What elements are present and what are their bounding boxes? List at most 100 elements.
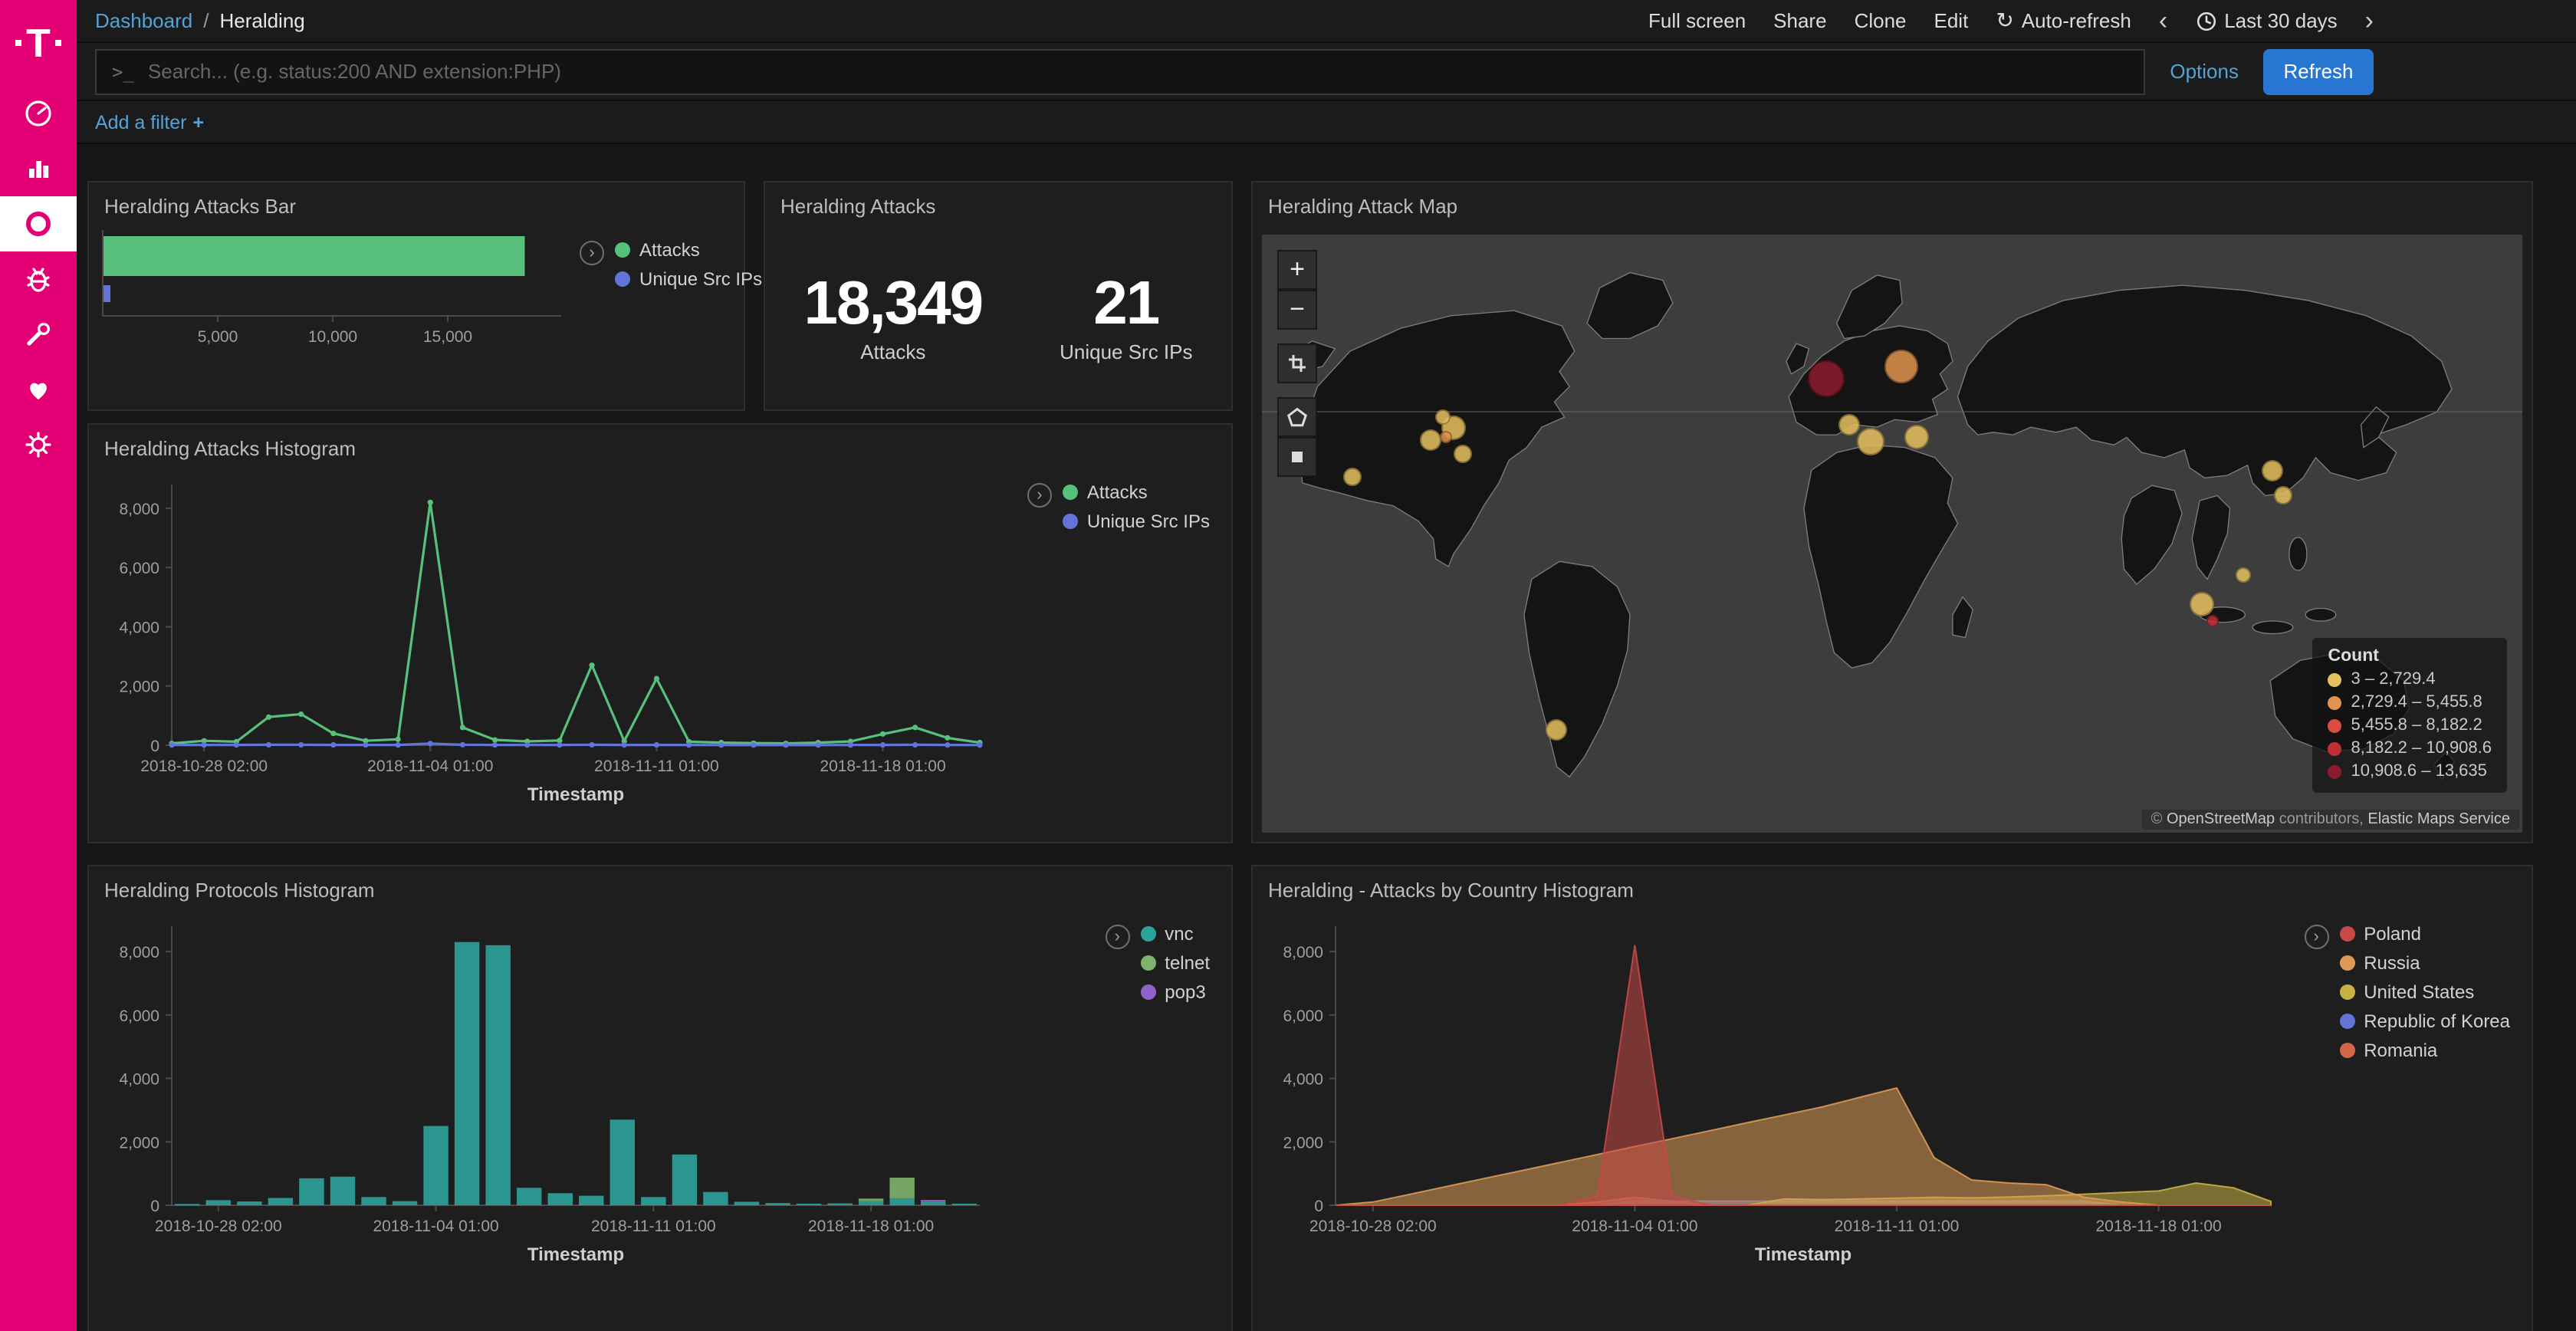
legend-label: Republic of Korea bbox=[2364, 1011, 2510, 1032]
sidebar-item-honeypot[interactable] bbox=[0, 251, 77, 307]
legend-toggle-icon[interactable]: › bbox=[1027, 483, 1052, 508]
world-map[interactable]: + − Count bbox=[1262, 235, 2522, 833]
polygon-tool-button[interactable] bbox=[1277, 397, 1317, 437]
legend-toggle-icon[interactable]: › bbox=[2304, 925, 2328, 949]
map-marker[interactable] bbox=[2206, 615, 2219, 627]
edit-button[interactable]: Edit bbox=[1934, 9, 1969, 32]
share-button[interactable]: Share bbox=[1773, 9, 1826, 32]
legend-label: Poland bbox=[2364, 923, 2421, 945]
map-marker[interactable] bbox=[1434, 409, 1450, 425]
map-marker[interactable] bbox=[1857, 428, 1884, 455]
breadcrumb-separator: / bbox=[203, 9, 209, 32]
elastic-maps-link[interactable]: Elastic Maps Service bbox=[2367, 811, 2510, 828]
svg-text:8,000: 8,000 bbox=[1283, 944, 1323, 961]
legend-item[interactable]: Unique Src IPs bbox=[1063, 511, 1210, 532]
sidebar-item-health[interactable] bbox=[0, 362, 77, 417]
legend-item[interactable]: telnet bbox=[1140, 952, 1210, 974]
legend-item[interactable]: Attacks bbox=[615, 239, 762, 261]
map-marker[interactable] bbox=[1440, 431, 1452, 443]
map-marker[interactable] bbox=[1420, 429, 1441, 451]
sidebar-item-settings[interactable] bbox=[0, 417, 77, 472]
zoom-in-button[interactable]: + bbox=[1277, 250, 1317, 290]
map-marker[interactable] bbox=[1904, 425, 1928, 449]
svg-text:2018-11-18 01:00: 2018-11-18 01:00 bbox=[820, 758, 945, 775]
map-marker[interactable] bbox=[1453, 444, 1471, 462]
legend-item[interactable]: pop3 bbox=[1140, 981, 1210, 1003]
time-forward-button[interactable]: › bbox=[2365, 8, 2374, 34]
openstreetmap-link[interactable]: OpenStreetMap bbox=[2167, 811, 2275, 828]
map-marker[interactable] bbox=[1545, 719, 1566, 741]
t-mobile-logo[interactable]: T bbox=[0, 0, 77, 86]
panel-heralding-attacks-bar: Heralding Attacks Bar 5,00010,00015,000 … bbox=[87, 181, 745, 411]
svg-text:2018-11-04 01:00: 2018-11-04 01:00 bbox=[367, 758, 493, 775]
map-marker[interactable] bbox=[1884, 350, 1918, 383]
legend-item[interactable]: Romania bbox=[2339, 1040, 2510, 1061]
time-range-button[interactable]: Last 30 days bbox=[2195, 9, 2337, 32]
logo-letter: T bbox=[26, 23, 51, 63]
legend-color-dot bbox=[1140, 984, 1155, 1000]
map-marker[interactable] bbox=[1838, 414, 1860, 435]
map-marker[interactable] bbox=[2235, 567, 2250, 582]
auto-refresh-button[interactable]: ↻Auto-refresh bbox=[1996, 8, 2131, 34]
options-link[interactable]: Options bbox=[2170, 60, 2239, 83]
rectangle-icon bbox=[1286, 446, 1308, 468]
map-marker[interactable] bbox=[2262, 460, 2283, 481]
svg-text:Timestamp: Timestamp bbox=[527, 784, 624, 805]
sidebar-item-attack-stats[interactable] bbox=[0, 196, 77, 251]
svg-text:0: 0 bbox=[1314, 1198, 1323, 1215]
metric-group: 18,349 Attacks 21 Unique Src IPs bbox=[765, 221, 1231, 363]
map-marker[interactable] bbox=[2274, 486, 2292, 504]
svg-text:2018-11-11 01:00: 2018-11-11 01:00 bbox=[1835, 1218, 1960, 1235]
refresh-button[interactable]: Refresh bbox=[2263, 48, 2374, 94]
legend: › Poland Russia United States Republic of K… bbox=[2304, 923, 2510, 1276]
metric-label: Unique Src IPs bbox=[1060, 340, 1192, 363]
sidebar: T bbox=[0, 0, 77, 1331]
clone-button[interactable]: Clone bbox=[1855, 9, 1907, 32]
protocols-histogram-chart[interactable]: 02,0004,0006,0008,0002018-10-28 02:00201… bbox=[101, 908, 992, 1276]
legend-item[interactable]: Attacks bbox=[1063, 481, 1210, 503]
legend-item[interactable]: Republic of Korea bbox=[2339, 1011, 2510, 1032]
sidebar-item-tools[interactable] bbox=[0, 307, 77, 362]
svg-text:2018-11-18 01:00: 2018-11-18 01:00 bbox=[808, 1218, 934, 1235]
map-marker[interactable] bbox=[1809, 361, 1845, 398]
svg-text:6,000: 6,000 bbox=[119, 560, 159, 577]
polygon-icon bbox=[1286, 406, 1308, 428]
panel-title: Heralding Attacks Histogram bbox=[89, 425, 1231, 463]
add-filter-link[interactable]: Add a filter+ bbox=[95, 111, 204, 133]
map-legend-item: 3 – 2,729.4 bbox=[2328, 670, 2492, 689]
legend-toggle-icon[interactable]: › bbox=[1105, 925, 1129, 949]
legend-item[interactable]: Unique Src IPs bbox=[615, 268, 762, 290]
search-input[interactable] bbox=[148, 60, 2128, 83]
full-screen-button[interactable]: Full screen bbox=[1648, 9, 1746, 32]
map-marker[interactable] bbox=[2190, 592, 2214, 616]
map-marker[interactable] bbox=[1343, 468, 1362, 486]
metric-unique-src-ips: 21 Unique Src IPs bbox=[1060, 270, 1192, 363]
legend-item[interactable]: United States bbox=[2339, 981, 2510, 1003]
legend-label: Attacks bbox=[639, 239, 700, 261]
metric-attacks: 18,349 Attacks bbox=[803, 270, 982, 363]
attacks-bar-chart[interactable]: 5,00010,00015,000 bbox=[101, 227, 580, 380]
crop-icon bbox=[1286, 353, 1308, 374]
time-back-button[interactable]: ‹ bbox=[2159, 8, 2167, 34]
crop-tool-button[interactable] bbox=[1277, 343, 1317, 383]
legend-label: Attacks bbox=[1087, 481, 1148, 503]
svg-text:10,000: 10,000 bbox=[308, 328, 357, 346]
legend-color-dot bbox=[2339, 1043, 2354, 1058]
legend-color-dot bbox=[1063, 514, 1078, 529]
legend-color-dot bbox=[2339, 926, 2354, 942]
legend-toggle-icon[interactable]: › bbox=[580, 241, 604, 265]
country-histogram-chart[interactable]: 02,0004,0006,0008,0002018-10-28 02:00201… bbox=[1265, 908, 2283, 1276]
legend-item[interactable]: Poland bbox=[2339, 923, 2510, 945]
sidebar-item-dashboard[interactable] bbox=[0, 86, 77, 141]
attacks-histogram-chart[interactable]: 02,0004,0006,0008,0002018-10-28 02:00201… bbox=[101, 466, 992, 816]
app: T Dashboard / Heralding bbox=[0, 0, 2576, 1331]
legend-item[interactable]: Russia bbox=[2339, 952, 2510, 974]
dashboard-grid: Heralding Attacks Bar 5,00010,00015,000 … bbox=[77, 144, 2576, 1331]
breadcrumb-dashboard-link[interactable]: Dashboard bbox=[95, 9, 192, 32]
zoom-out-button[interactable]: − bbox=[1277, 290, 1317, 330]
rectangle-tool-button[interactable] bbox=[1277, 437, 1317, 477]
sidebar-item-analytics[interactable] bbox=[0, 141, 77, 196]
map-legend-item: 10,908.6 – 13,635 bbox=[2328, 762, 2492, 781]
legend-label: Romania bbox=[2364, 1040, 2437, 1061]
legend-item[interactable]: vnc bbox=[1140, 923, 1210, 945]
